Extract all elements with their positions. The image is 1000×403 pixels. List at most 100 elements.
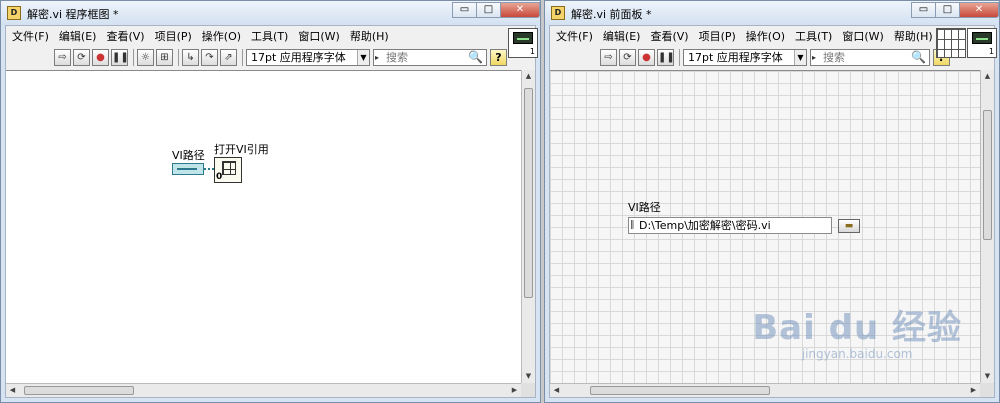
- toolbar-separator: [679, 48, 680, 66]
- menu-edit[interactable]: 编辑(E): [59, 28, 97, 44]
- search-icon[interactable]: 🔍: [911, 50, 926, 65]
- font-selector[interactable]: 17pt 应用程序字体 ▼: [246, 48, 370, 66]
- window-client: 文件(F) 编辑(E) 查看(V) 项目(P) 操作(O) 工具(T) 窗口(W…: [549, 25, 997, 398]
- menu-operate[interactable]: 操作(O): [746, 28, 785, 44]
- menu-file[interactable]: 文件(F): [12, 28, 49, 44]
- vi-icon-number: 1: [529, 47, 535, 56]
- step-over-icon[interactable]: ↷: [201, 48, 218, 66]
- run-continuously-icon[interactable]: ⟳: [619, 48, 636, 66]
- run-arrow-icon[interactable]: ⇨: [54, 48, 71, 66]
- scroll-thumb[interactable]: [983, 110, 992, 240]
- menu-bar: 文件(F) 编辑(E) 查看(V) 项目(P) 操作(O) 工具(T) 窗口(W…: [550, 26, 994, 46]
- minimize-button[interactable]: ▭: [911, 2, 935, 18]
- scroll-down-icon[interactable]: ▼: [522, 370, 535, 383]
- menu-tools[interactable]: 工具(T): [251, 28, 288, 44]
- vertical-scrollbar[interactable]: ▲ ▼: [980, 70, 994, 383]
- pause-icon[interactable]: ❚❚: [657, 48, 675, 66]
- menu-view[interactable]: 查看(V): [106, 28, 144, 44]
- close-button[interactable]: ✕: [959, 2, 999, 18]
- watermark-url: jingyan.baidu.com: [801, 347, 913, 361]
- toolbar-separator: [242, 48, 243, 66]
- menu-window[interactable]: 窗口(W): [298, 28, 339, 44]
- scroll-left-icon[interactable]: ◀: [6, 384, 19, 397]
- search-box[interactable]: ▸ 搜索 🔍: [810, 48, 930, 66]
- scroll-thumb[interactable]: [24, 386, 134, 395]
- run-continuously-icon[interactable]: ⟳: [73, 48, 90, 66]
- vi-path-terminal[interactable]: [172, 163, 204, 175]
- menu-help[interactable]: 帮助(H): [350, 28, 389, 44]
- block-diagram-window: D 解密.vi 程序框图 * ▭ □ ✕ 文件(F) 编辑(E) 查看(V) 项…: [0, 0, 541, 403]
- window-title: 解密.vi 前面板 *: [571, 8, 652, 21]
- vi-icon[interactable]: 1: [508, 28, 538, 58]
- front-panel-canvas[interactable]: VI路径 ‖ D:\Temp\加密解密\密码.vi ▬ Bai du 经验 ji…: [550, 70, 980, 383]
- search-icon[interactable]: 🔍: [468, 50, 483, 65]
- labview-app-icon: D: [7, 6, 21, 20]
- scroll-thumb[interactable]: [590, 386, 770, 395]
- horizontal-scrollbar[interactable]: ◀ ▶: [550, 383, 980, 397]
- chevron-down-icon: ▼: [794, 49, 806, 65]
- minimize-button[interactable]: ▭: [452, 2, 476, 18]
- scroll-corner: [521, 383, 535, 397]
- toolbar-separator: [178, 48, 179, 66]
- menu-project[interactable]: 项目(P): [699, 28, 736, 44]
- scroll-thumb[interactable]: [524, 88, 533, 298]
- scroll-left-icon[interactable]: ◀: [550, 384, 563, 397]
- abort-icon[interactable]: ●: [638, 48, 655, 66]
- scroll-down-icon[interactable]: ▼: [981, 370, 994, 383]
- run-arrow-icon[interactable]: ⇨: [600, 48, 617, 66]
- search-box[interactable]: ▸ 搜索 🔍: [373, 48, 487, 66]
- menu-file[interactable]: 文件(F): [556, 28, 593, 44]
- connector-pane-icon[interactable]: [936, 28, 966, 58]
- vi-icon-screen: [972, 32, 992, 44]
- maximize-button[interactable]: □: [476, 2, 500, 18]
- labview-app-icon: D: [551, 6, 565, 20]
- title-bar[interactable]: D 解密.vi 前面板 * ▭ □ ✕: [545, 1, 999, 25]
- step-into-icon[interactable]: ↳: [182, 48, 199, 66]
- menu-operate[interactable]: 操作(O): [202, 28, 241, 44]
- step-out-icon[interactable]: ⇗: [220, 48, 237, 66]
- menu-tools[interactable]: 工具(T): [795, 28, 832, 44]
- horizontal-scrollbar[interactable]: ◀ ▶: [6, 383, 521, 397]
- baidu-watermark: Bai du 经验 jingyan.baidu.com: [752, 300, 962, 361]
- menu-project[interactable]: 项目(P): [155, 28, 192, 44]
- path-type-icon: ‖: [630, 220, 635, 230]
- menu-window[interactable]: 窗口(W): [842, 28, 883, 44]
- expand-arrow-icon: ▸: [375, 52, 380, 62]
- title-bar[interactable]: D 解密.vi 程序框图 * ▭ □ ✕: [1, 1, 540, 25]
- front-panel-window: D 解密.vi 前面板 * ▭ □ ✕ 文件(F) 编辑(E) 查看(V) 项目…: [544, 0, 1000, 403]
- window-client: 文件(F) 编辑(E) 查看(V) 项目(P) 操作(O) 工具(T) 窗口(W…: [5, 25, 538, 398]
- open-vi-reference-node[interactable]: 0: [214, 157, 242, 183]
- highlight-execution-icon[interactable]: ☼: [137, 48, 154, 66]
- browse-folder-icon[interactable]: ▬: [838, 219, 860, 233]
- vi-path-control[interactable]: ‖ D:\Temp\加密解密\密码.vi: [628, 217, 832, 234]
- menu-edit[interactable]: 编辑(E): [603, 28, 641, 44]
- close-button[interactable]: ✕: [500, 2, 540, 18]
- vi-icon[interactable]: 1: [967, 28, 997, 58]
- font-selector-value: 17pt 应用程序字体: [688, 50, 783, 64]
- maximize-button[interactable]: □: [935, 2, 959, 18]
- retain-wire-values-icon[interactable]: ⊞: [156, 48, 173, 66]
- search-placeholder: 搜索: [386, 50, 408, 64]
- toolbar: ⇨ ⟳ ● ❚❚ 17pt 应用程序字体 ▼ ▸ 搜索 🔍 ?: [550, 46, 994, 68]
- vi-path-value: D:\Temp\加密解密\密码.vi: [639, 219, 771, 232]
- path-wire[interactable]: [204, 168, 214, 170]
- scroll-up-icon[interactable]: ▲: [981, 70, 994, 83]
- scroll-right-icon[interactable]: ▶: [967, 384, 980, 397]
- watermark-logo: Bai du 经验: [752, 308, 962, 348]
- context-help-icon[interactable]: ?: [490, 48, 507, 66]
- vertical-scrollbar[interactable]: ▲ ▼: [521, 70, 535, 383]
- menu-view[interactable]: 查看(V): [650, 28, 688, 44]
- menu-help[interactable]: 帮助(H): [894, 28, 933, 44]
- font-selector[interactable]: 17pt 应用程序字体 ▼: [683, 48, 807, 66]
- open-ref-zero: 0: [216, 172, 223, 182]
- scroll-up-icon[interactable]: ▲: [522, 70, 535, 83]
- open-vi-ref-label: 打开VI引用: [214, 143, 269, 156]
- pause-icon[interactable]: ❚❚: [111, 48, 129, 66]
- scroll-right-icon[interactable]: ▶: [508, 384, 521, 397]
- chevron-down-icon: ▼: [357, 49, 369, 65]
- block-diagram-canvas[interactable]: VI路径 打开VI引用 0: [6, 70, 521, 383]
- path-control-label: VI路径: [628, 201, 661, 214]
- font-selector-value: 17pt 应用程序字体: [251, 50, 346, 64]
- vi-icon-number: 1: [988, 47, 994, 56]
- abort-icon[interactable]: ●: [92, 48, 109, 66]
